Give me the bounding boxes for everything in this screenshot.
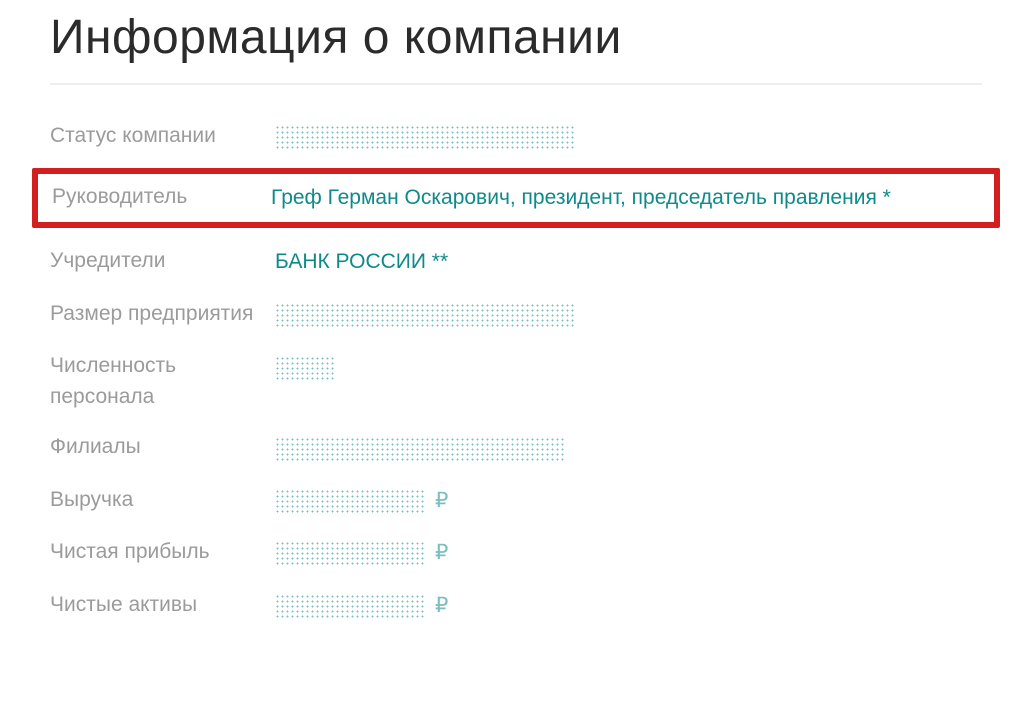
row-assets: Чистые активы ₽ xyxy=(50,580,982,633)
label-founders: Учредители xyxy=(50,246,275,276)
ruble-icon: ₽ xyxy=(435,485,448,518)
value-size xyxy=(275,299,982,332)
highlight-box: Руководитель Греф Герман Оскарович, през… xyxy=(32,168,1000,229)
value-status xyxy=(275,121,982,154)
page-title: Информация о компании xyxy=(50,10,982,65)
value-head[interactable]: Греф Герман Оскарович, президент, предсе… xyxy=(271,182,980,215)
value-profit: ₽ xyxy=(275,537,982,570)
row-founders: Учредители БАНК РОССИИ ** xyxy=(50,236,982,289)
value-branches xyxy=(275,432,982,465)
label-size: Размер предприятия xyxy=(50,299,275,329)
value-assets: ₽ xyxy=(275,590,982,623)
row-profit: Чистая прибыль ₽ xyxy=(50,527,982,580)
info-rows: Статус компании Руководитель Греф Герман… xyxy=(50,111,982,632)
row-staff: Численность персонала xyxy=(50,341,982,422)
label-branches: Филиалы xyxy=(50,432,275,462)
redacted-placeholder xyxy=(275,541,425,565)
company-info-card: Информация о компании Статус компании Ру… xyxy=(0,0,1032,715)
redacted-placeholder xyxy=(275,356,335,380)
redacted-placeholder xyxy=(275,594,425,618)
row-branches: Филиалы xyxy=(50,422,982,475)
ruble-icon: ₽ xyxy=(435,590,448,623)
label-revenue: Выручка xyxy=(50,485,275,515)
row-status: Статус компании xyxy=(50,111,982,164)
value-founders[interactable]: БАНК РОССИИ ** xyxy=(275,246,982,279)
value-staff xyxy=(275,351,982,384)
label-status: Статус компании xyxy=(50,121,275,151)
label-profit: Чистая прибыль xyxy=(50,537,275,567)
row-head: Руководитель Греф Герман Оскарович, през… xyxy=(52,182,980,215)
divider xyxy=(50,83,982,85)
ruble-icon: ₽ xyxy=(435,537,448,570)
redacted-placeholder xyxy=(275,125,575,149)
label-head: Руководитель xyxy=(52,182,271,212)
label-assets: Чистые активы xyxy=(50,590,275,620)
row-revenue: Выручка ₽ xyxy=(50,475,982,528)
redacted-placeholder xyxy=(275,437,565,461)
redacted-placeholder xyxy=(275,303,575,327)
label-staff: Численность персонала xyxy=(50,351,275,412)
value-revenue: ₽ xyxy=(275,485,982,518)
row-size: Размер предприятия xyxy=(50,289,982,342)
redacted-placeholder xyxy=(275,489,425,513)
